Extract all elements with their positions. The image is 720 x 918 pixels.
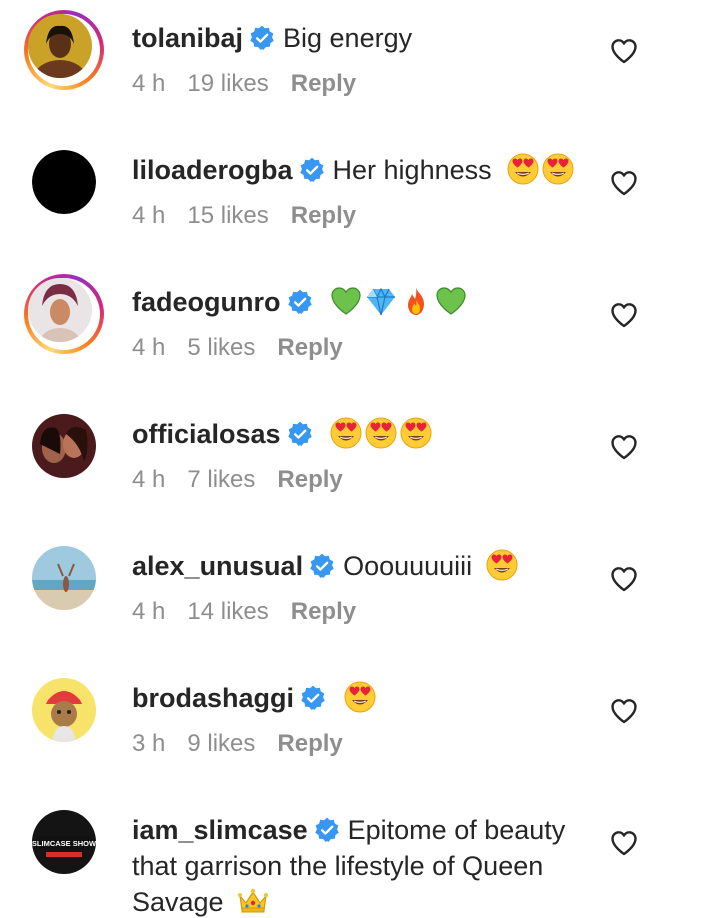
verified-badge-icon xyxy=(287,421,313,447)
heart-eyes-emoji-icon xyxy=(486,549,518,581)
comment-item: SLIMCASE SHOW iam_slimcase Epitome of bea… xyxy=(0,792,720,918)
likes-count[interactable]: 7 likes xyxy=(187,466,255,493)
likes-count[interactable]: 9 likes xyxy=(187,730,255,757)
verified-badge-icon xyxy=(249,25,275,51)
username[interactable]: iam_slimcase xyxy=(132,815,308,845)
reply-button[interactable]: Reply xyxy=(291,202,356,229)
avatar[interactable]: SLIMCASE SHOW xyxy=(32,810,96,874)
comment-item: officialosas 4 h 7 likes Reply xyxy=(0,396,720,528)
comment-item: fadeogunro 4 h 5 likes Reply xyxy=(0,264,720,396)
like-heart-icon[interactable] xyxy=(610,566,638,592)
likes-count[interactable]: 19 likes xyxy=(187,70,268,97)
avatar[interactable] xyxy=(32,546,96,610)
heart-eyes-emoji-icon xyxy=(507,153,539,185)
like-heart-icon[interactable] xyxy=(610,698,638,724)
reply-button[interactable]: Reply xyxy=(291,598,356,625)
comment-text: Her highness xyxy=(332,155,492,185)
comment-time: 3 h xyxy=(132,730,166,757)
green-heart-emoji-icon xyxy=(330,285,362,317)
verified-badge-icon xyxy=(287,289,313,315)
comment-text: Epitome of beauty xyxy=(347,815,566,845)
username[interactable]: alex_unusual xyxy=(132,551,303,581)
comment-item: brodashaggi 3 h 9 likes Reply xyxy=(0,660,720,792)
username[interactable]: tolanibaj xyxy=(132,23,243,53)
comment-time: 4 h xyxy=(132,202,166,229)
avatar-logo-text: SLIMCASE SHOW xyxy=(32,839,96,848)
comment-item: tolanibaj Big energy 4 h 19 likes Reply xyxy=(0,0,720,132)
reply-button[interactable]: Reply xyxy=(277,466,342,493)
verified-badge-icon xyxy=(299,157,325,183)
reply-button[interactable]: Reply xyxy=(277,334,342,361)
like-heart-icon[interactable] xyxy=(610,302,638,328)
heart-eyes-emoji-icon xyxy=(542,153,574,185)
avatar[interactable] xyxy=(32,414,96,478)
avatar-story-ring[interactable] xyxy=(24,274,104,354)
comment-text: Ooouuuuiii xyxy=(343,551,473,581)
comment-text: Big energy xyxy=(283,23,413,53)
like-heart-icon[interactable] xyxy=(610,170,638,196)
avatar[interactable] xyxy=(32,150,96,214)
username[interactable]: officialosas xyxy=(132,419,281,449)
green-heart-emoji-icon xyxy=(435,285,467,317)
verified-badge-icon xyxy=(300,685,326,711)
comment-meta: 4 h 5 likes Reply xyxy=(132,334,592,362)
comment-text: Savage xyxy=(132,887,224,917)
likes-count[interactable]: 14 likes xyxy=(187,598,268,625)
heart-eyes-emoji-icon xyxy=(365,417,397,449)
like-heart-icon[interactable] xyxy=(610,434,638,460)
comment-meta: 4 h 14 likes Reply xyxy=(132,598,592,626)
username[interactable]: liloaderogba xyxy=(132,155,293,185)
comment-item: alex_unusual Ooouuuuiii 4 h 14 likes Reply xyxy=(0,528,720,660)
comment-time: 4 h xyxy=(132,70,166,97)
reply-button[interactable]: Reply xyxy=(277,730,342,757)
comment-item: liloaderogba Her highness 4 h 15 likes Repl… xyxy=(0,132,720,264)
likes-count[interactable]: 5 likes xyxy=(187,334,255,361)
avatar[interactable] xyxy=(32,678,96,742)
comment-time: 4 h xyxy=(132,598,166,625)
gem-emoji-icon xyxy=(365,285,397,317)
heart-eyes-emoji-icon xyxy=(400,417,432,449)
crown-emoji-icon xyxy=(237,885,269,917)
heart-eyes-emoji-icon xyxy=(344,681,376,713)
fire-emoji-icon xyxy=(400,285,432,317)
comment-meta: 4 h 19 likes Reply xyxy=(132,70,592,98)
comment-meta: 4 h 15 likes Reply xyxy=(132,202,592,230)
verified-badge-icon xyxy=(314,817,340,843)
comment-text: that garrison the lifestyle of Queen xyxy=(132,851,544,881)
heart-eyes-emoji-icon xyxy=(330,417,362,449)
comment-meta: 3 h 9 likes Reply xyxy=(132,730,592,758)
avatar xyxy=(28,14,92,78)
like-heart-icon[interactable] xyxy=(610,38,638,64)
username[interactable]: brodashaggi xyxy=(132,683,294,713)
avatar-story-ring[interactable] xyxy=(24,10,104,90)
avatar xyxy=(28,278,92,342)
comment-time: 4 h xyxy=(132,334,166,361)
like-heart-icon[interactable] xyxy=(610,830,638,856)
comment-time: 4 h xyxy=(132,466,166,493)
comment-meta: 4 h 7 likes Reply xyxy=(132,466,592,494)
reply-button[interactable]: Reply xyxy=(291,70,356,97)
likes-count[interactable]: 15 likes xyxy=(187,202,268,229)
verified-badge-icon xyxy=(309,553,335,579)
username[interactable]: fadeogunro xyxy=(132,287,281,317)
